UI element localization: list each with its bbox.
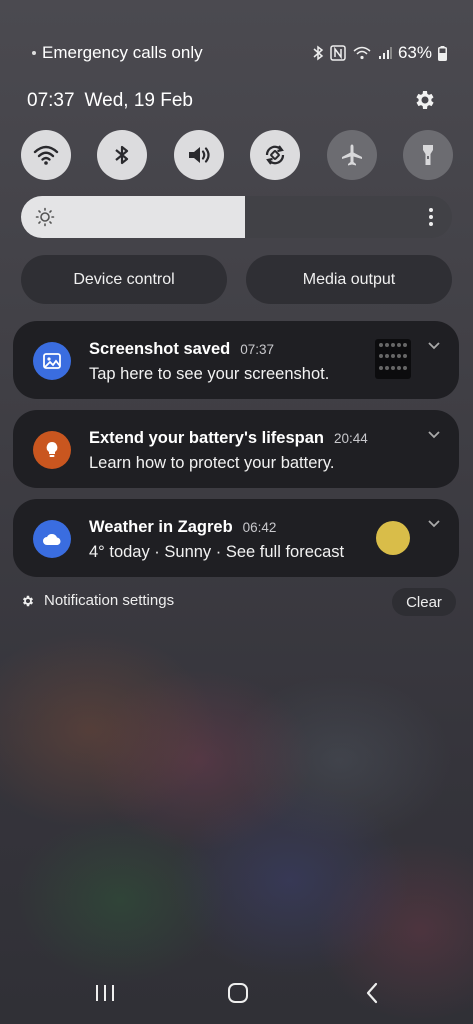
rotate-icon [266, 145, 285, 165]
toggle-wifi[interactable] [21, 130, 71, 180]
back-icon [366, 982, 378, 1004]
gear-icon[interactable] [413, 88, 437, 112]
brightness-slider[interactable] [21, 196, 452, 238]
notification-title-row: Screenshot saved 07:37 [89, 340, 274, 359]
notification-title: Extend your battery's lifespan [89, 429, 324, 447]
clear-button[interactable]: Clear [392, 588, 456, 616]
toggle-auto-rotate[interactable] [250, 130, 301, 180]
media-output-button[interactable]: Media output [246, 255, 452, 304]
notification-title-row: Extend your battery's lifespan 20:44 [89, 429, 368, 448]
notification-screenshot[interactable]: Screenshot saved 07:37 Tap here to see y… [13, 321, 459, 399]
wifi-icon [33, 145, 59, 165]
toggle-airplane[interactable] [326, 130, 377, 180]
status-icons: 63% [312, 43, 447, 63]
chevron-down-icon[interactable] [427, 519, 441, 529]
gear-icon [22, 595, 34, 606]
cloud-icon [33, 520, 71, 558]
airplane-icon [341, 144, 362, 166]
notification-weather[interactable]: Weather in Zagreb 06:42 4° today · Sunny… [13, 499, 459, 577]
volume-icon [188, 147, 210, 163]
flashlight-icon [422, 145, 433, 165]
notification-body: 4° today · Sunny · See full forecast [89, 543, 345, 561]
notification-body: Learn how to protect your battery. [89, 454, 335, 472]
bluetooth-icon [313, 45, 324, 61]
notification-time: 06:42 [242, 520, 277, 535]
device-control-button[interactable]: Device control [21, 255, 227, 304]
signal-icon [378, 47, 392, 59]
carrier-text: Emergency calls only [42, 43, 203, 62]
notification-title: Screenshot saved [89, 340, 231, 358]
recents-icon [96, 985, 114, 1001]
battery-icon [438, 45, 447, 61]
lightbulb-icon [33, 431, 71, 469]
back-button[interactable] [352, 978, 392, 1008]
sunny-weather-icon [376, 521, 410, 555]
recents-button[interactable] [85, 978, 125, 1008]
toggle-sound[interactable] [173, 130, 224, 180]
home-icon [228, 983, 248, 1003]
date-text: Wed, 19 Feb [84, 90, 193, 111]
chevron-down-icon[interactable] [427, 430, 441, 440]
image-icon [33, 342, 71, 380]
home-button[interactable] [218, 978, 258, 1008]
notification-settings-link[interactable]: Notification settings [21, 592, 174, 609]
quick-settings-row [21, 130, 453, 180]
status-dot [32, 51, 36, 55]
wifi-icon [353, 46, 371, 60]
clock-time: 07:37 [27, 90, 75, 111]
bluetooth-icon [115, 145, 129, 165]
notification-title: Weather in Zagreb [89, 518, 233, 536]
toggle-flashlight[interactable] [402, 130, 453, 180]
notification-time: 20:44 [334, 431, 368, 446]
screenshot-thumbnail[interactable] [375, 339, 411, 379]
brightness-icon [35, 207, 55, 227]
chevron-down-icon[interactable] [427, 341, 441, 351]
nfc-icon [330, 45, 346, 61]
battery-percent: 63% [397, 43, 432, 62]
notification-time: 07:37 [240, 342, 275, 357]
more-options-icon[interactable] [428, 207, 434, 227]
status-carrier: Emergency calls only [32, 43, 203, 63]
notification-body: Tap here to see your screenshot. [89, 365, 330, 383]
notification-settings-label: Notification settings [44, 592, 175, 609]
notification-title-row: Weather in Zagreb 06:42 [89, 518, 276, 537]
toggle-bluetooth[interactable] [97, 130, 148, 180]
notification-battery[interactable]: Extend your battery's lifespan 20:44 Lea… [13, 410, 459, 488]
clock-date: 07:37 Wed, 19 Feb [27, 90, 193, 112]
